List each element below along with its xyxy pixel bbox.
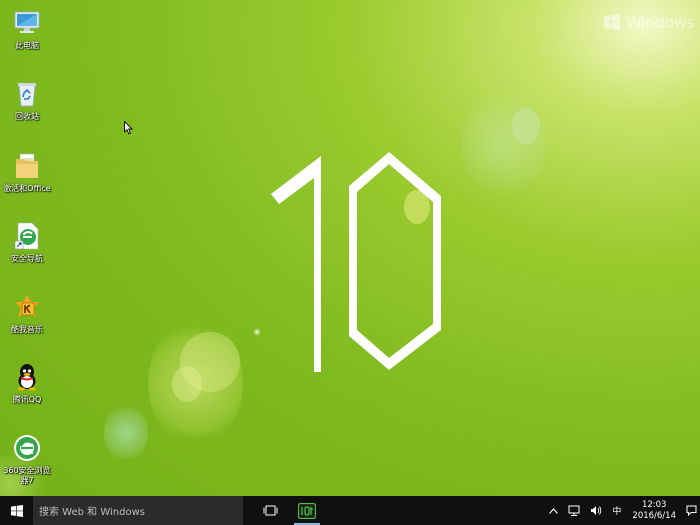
desktop[interactable]: Windows 此电脑 回收站 激活和Office 安全导航 酷我音乐 腾讯QQ…	[0, 0, 700, 525]
bokeh-light	[180, 332, 240, 392]
input-method-indicator[interactable]: 中	[607, 496, 626, 525]
taskbar-app-iqiyi[interactable]	[290, 496, 324, 525]
desktop-icon-this-pc[interactable]: 此电脑	[0, 8, 54, 51]
360-browser-icon	[14, 435, 40, 461]
iqiyi-app-icon	[298, 502, 316, 519]
network-button[interactable]	[563, 496, 585, 525]
bokeh-light	[512, 108, 540, 144]
speaker-icon	[591, 506, 602, 515]
computer-icon	[14, 11, 40, 33]
desktop-icon-recycle-bin[interactable]: 回收站	[0, 79, 54, 122]
volume-button[interactable]	[585, 496, 607, 525]
desktop-icon-label: 安全导航	[11, 254, 43, 263]
browser-shortcut-icon	[14, 222, 39, 250]
windows-10-logo-art	[271, 152, 441, 372]
taskbar-search-input[interactable]: 搜索 Web 和 Windows	[33, 496, 243, 525]
desktop-icon-qq[interactable]: 腾讯QQ	[0, 362, 54, 405]
desktop-icon-kuwo-music[interactable]: 酷我音乐	[0, 292, 54, 335]
search-placeholder: 搜索 Web 和 Windows	[39, 507, 145, 518]
desktop-icon-360-browser[interactable]: 360安全浏览器7	[0, 433, 54, 486]
chevron-up-icon	[549, 507, 559, 514]
desktop-icon-label: 激活和Office	[3, 184, 51, 193]
notification-icon	[686, 505, 696, 516]
task-view-button[interactable]	[250, 496, 290, 525]
clock-time: 12:03	[641, 499, 667, 510]
recycle-bin-icon	[18, 83, 36, 107]
action-center-button[interactable]	[682, 496, 700, 525]
desktop-icon-activation-office[interactable]: 激活和Office	[0, 151, 54, 194]
start-button[interactable]	[0, 496, 33, 525]
bokeh-light	[462, 88, 546, 200]
bokeh-light	[253, 328, 261, 336]
task-view-icon	[263, 505, 277, 516]
folder-icon	[16, 153, 38, 178]
ime-label: 中	[612, 507, 622, 517]
desktop-icon-label: 腾讯QQ	[12, 395, 42, 404]
desktop-icon-safe-nav[interactable]: 安全导航	[0, 221, 54, 264]
taskbar: 搜索 Web 和 Windows 中 12:03 2016/6/14	[0, 496, 700, 525]
show-hidden-icons-button[interactable]	[544, 496, 563, 525]
bokeh-light	[148, 318, 243, 448]
desktop-icon-label: 此电脑	[15, 41, 39, 50]
taskbar-clock[interactable]: 12:03 2016/6/14	[626, 500, 682, 522]
desktop-icon-label: 酷我音乐	[11, 325, 43, 334]
kuwo-music-icon	[15, 295, 39, 317]
windows-watermark: Windows	[604, 10, 694, 34]
windows-brand-text: Windows	[626, 12, 694, 32]
desktop-icon-label: 360安全浏览器7	[3, 466, 51, 485]
windows-logo-icon	[10, 504, 23, 517]
bokeh-light	[172, 366, 202, 402]
qq-penguin-icon	[18, 364, 36, 391]
desktop-icon-label: 回收站	[15, 112, 39, 121]
clock-date: 2016/6/14	[632, 510, 676, 521]
mouse-cursor-icon	[124, 121, 134, 135]
system-tray: 中 12:03 2016/6/14	[544, 496, 700, 525]
network-icon	[568, 505, 580, 516]
windows-logo-icon	[604, 13, 621, 31]
bokeh-light	[104, 404, 148, 462]
